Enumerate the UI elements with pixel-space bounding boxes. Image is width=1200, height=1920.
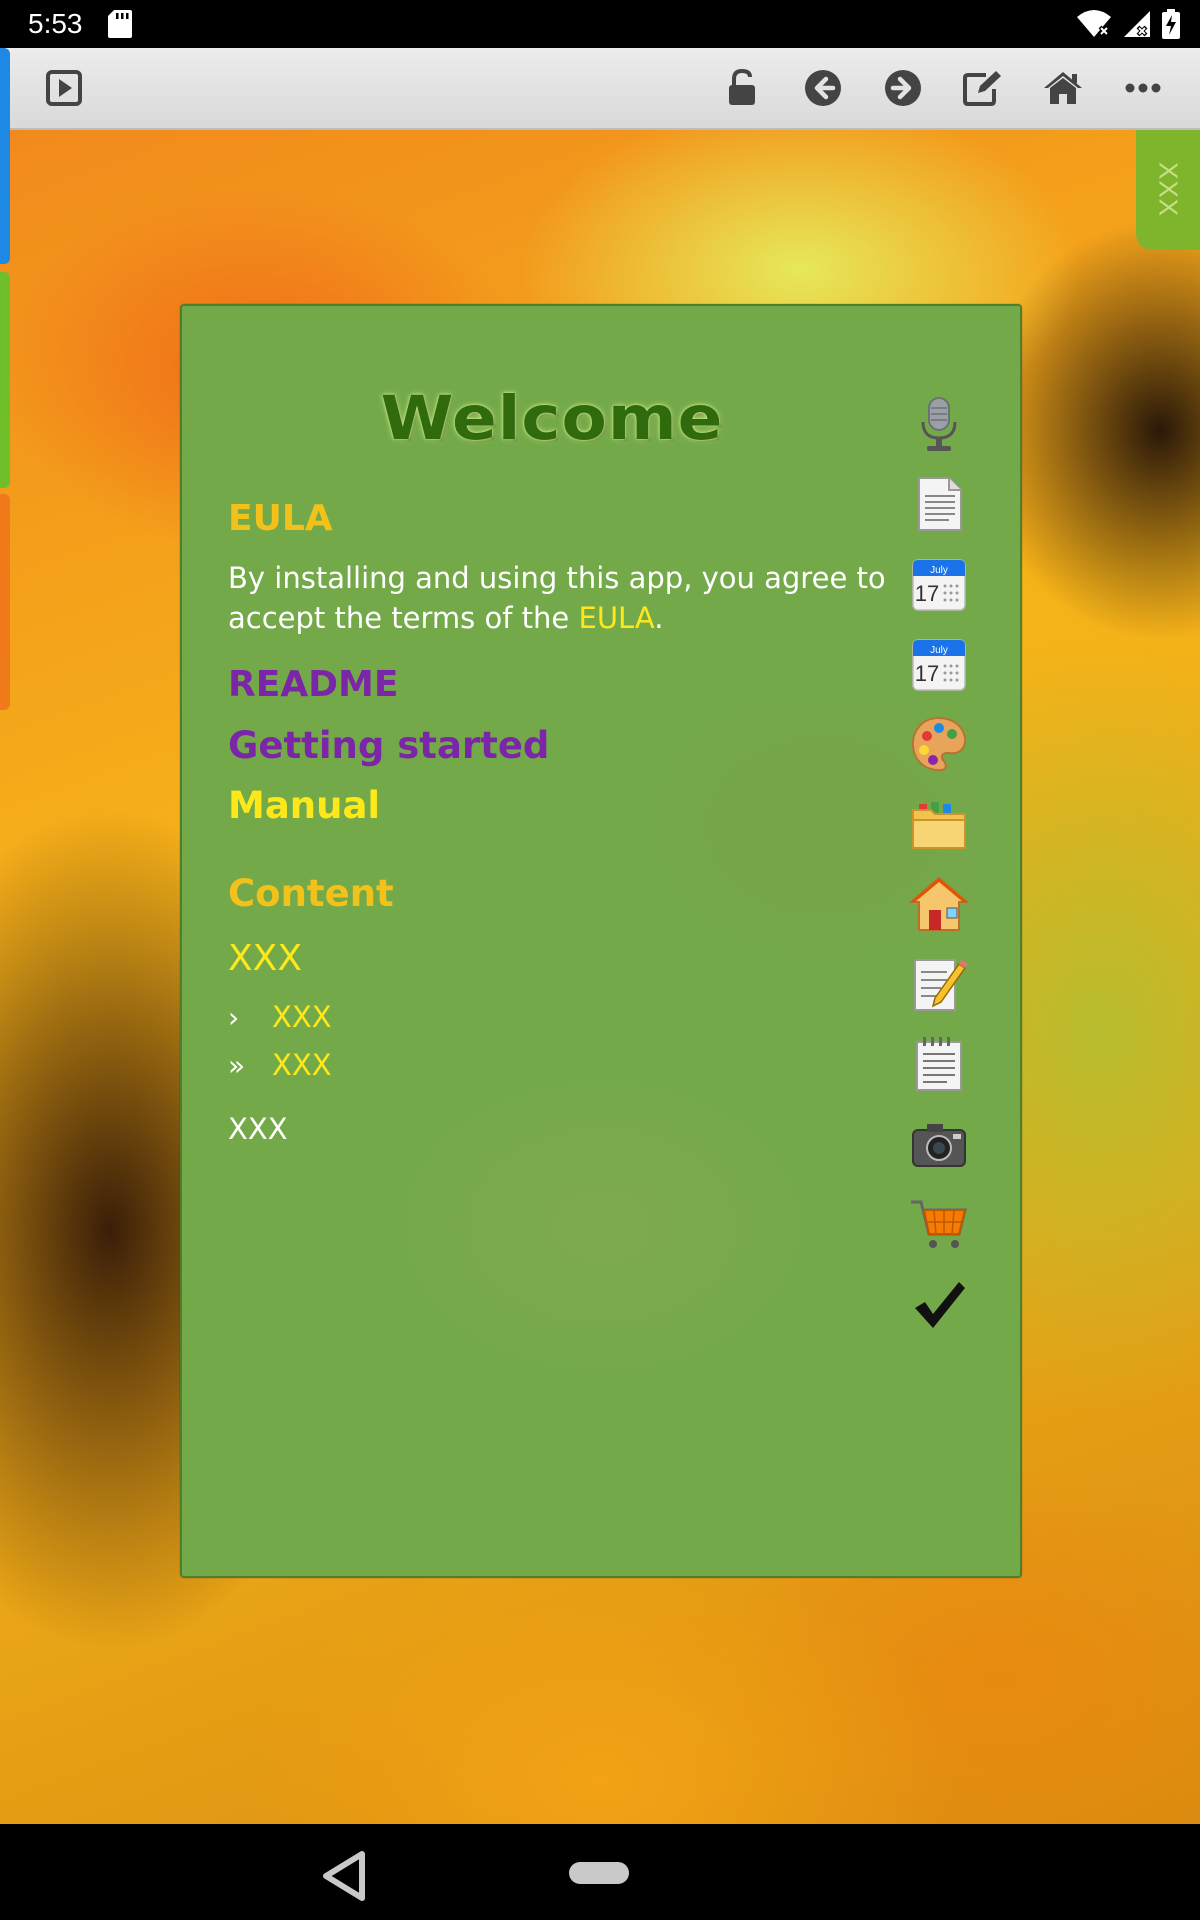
calendar-month: July xyxy=(930,565,948,576)
list-item-label: XXX xyxy=(272,1000,332,1034)
calendar-day: 17 xyxy=(915,581,939,606)
side-tab[interactable]: XXX xyxy=(1136,130,1200,250)
microphone-icon[interactable] xyxy=(909,394,969,454)
camera-icon[interactable] xyxy=(909,1114,969,1174)
palette-icon[interactable] xyxy=(909,714,969,774)
folder-icon[interactable] xyxy=(909,794,969,854)
list-item[interactable]: » XXX xyxy=(228,1048,332,1082)
sd-card-icon xyxy=(108,10,132,38)
home-icon xyxy=(1044,72,1082,104)
house-icon[interactable] xyxy=(909,874,969,934)
list-item[interactable]: › XXX xyxy=(228,1000,332,1034)
edge-strip-green[interactable] xyxy=(0,272,10,488)
toolbar xyxy=(0,48,1200,130)
eula-text: By installing and using this app, you ag… xyxy=(228,558,888,638)
signal-off-icon xyxy=(1124,11,1150,37)
edge-strip-orange[interactable] xyxy=(0,494,10,710)
lock-open-icon xyxy=(729,69,755,105)
check-mark-icon[interactable] xyxy=(909,1274,969,1334)
forward-button[interactable] xyxy=(879,64,927,112)
getting-started-link[interactable]: Getting started xyxy=(228,724,549,767)
chevron-right-icon: › xyxy=(228,1000,240,1034)
more-icon xyxy=(1125,83,1161,93)
edit-button[interactable] xyxy=(959,64,1007,112)
home-button[interactable] xyxy=(1039,64,1087,112)
notepad-icon[interactable] xyxy=(909,1034,969,1094)
wifi-off-icon xyxy=(1077,10,1111,37)
edit-icon xyxy=(963,71,1001,106)
calendar-icon[interactable]: July 17 xyxy=(909,554,969,614)
content-heading: Content xyxy=(228,872,394,915)
back-nav-icon[interactable] xyxy=(316,1848,372,1904)
welcome-panel: Welcome EULA By installing and using thi… xyxy=(180,304,1022,1578)
status-bar: 5:53 xyxy=(0,0,1200,48)
calendar-day: 17 xyxy=(915,661,939,686)
eula-link[interactable]: EULA xyxy=(579,601,655,635)
manual-link[interactable]: Manual xyxy=(228,784,380,827)
home-pill-button[interactable] xyxy=(569,1862,629,1884)
back-button[interactable] xyxy=(799,64,847,112)
back-arrow-icon xyxy=(805,70,841,106)
forward-arrow-icon xyxy=(885,70,921,106)
shopping-cart-icon[interactable] xyxy=(909,1194,969,1254)
eula-heading[interactable]: EULA xyxy=(228,498,333,539)
side-tab-label: XXX xyxy=(1153,162,1184,218)
lock-button[interactable] xyxy=(719,64,767,112)
navigation-bar xyxy=(0,1824,1200,1920)
more-button[interactable] xyxy=(1119,64,1167,112)
eula-text-after: . xyxy=(654,601,664,635)
document-icon[interactable] xyxy=(909,474,969,534)
play-icon xyxy=(46,70,82,106)
edge-strip-blue[interactable] xyxy=(0,48,10,264)
calendar-icon[interactable]: July 17 xyxy=(909,634,969,694)
calendar-month: July xyxy=(930,645,948,656)
xxx-heading-link[interactable]: XXX xyxy=(228,938,302,979)
eula-text-before: By installing and using this app, you ag… xyxy=(228,561,886,635)
list-item-label: XXX xyxy=(272,1048,332,1082)
panel-title: Welcome xyxy=(380,383,724,454)
play-button[interactable] xyxy=(40,64,88,112)
battery-charging-icon xyxy=(1162,9,1180,39)
xxx-plain-text: XXX xyxy=(228,1112,288,1146)
status-time: 5:53 xyxy=(28,8,83,39)
readme-link[interactable]: README xyxy=(228,664,398,705)
double-chevron-right-icon: » xyxy=(228,1048,246,1082)
memo-icon[interactable] xyxy=(909,954,969,1014)
